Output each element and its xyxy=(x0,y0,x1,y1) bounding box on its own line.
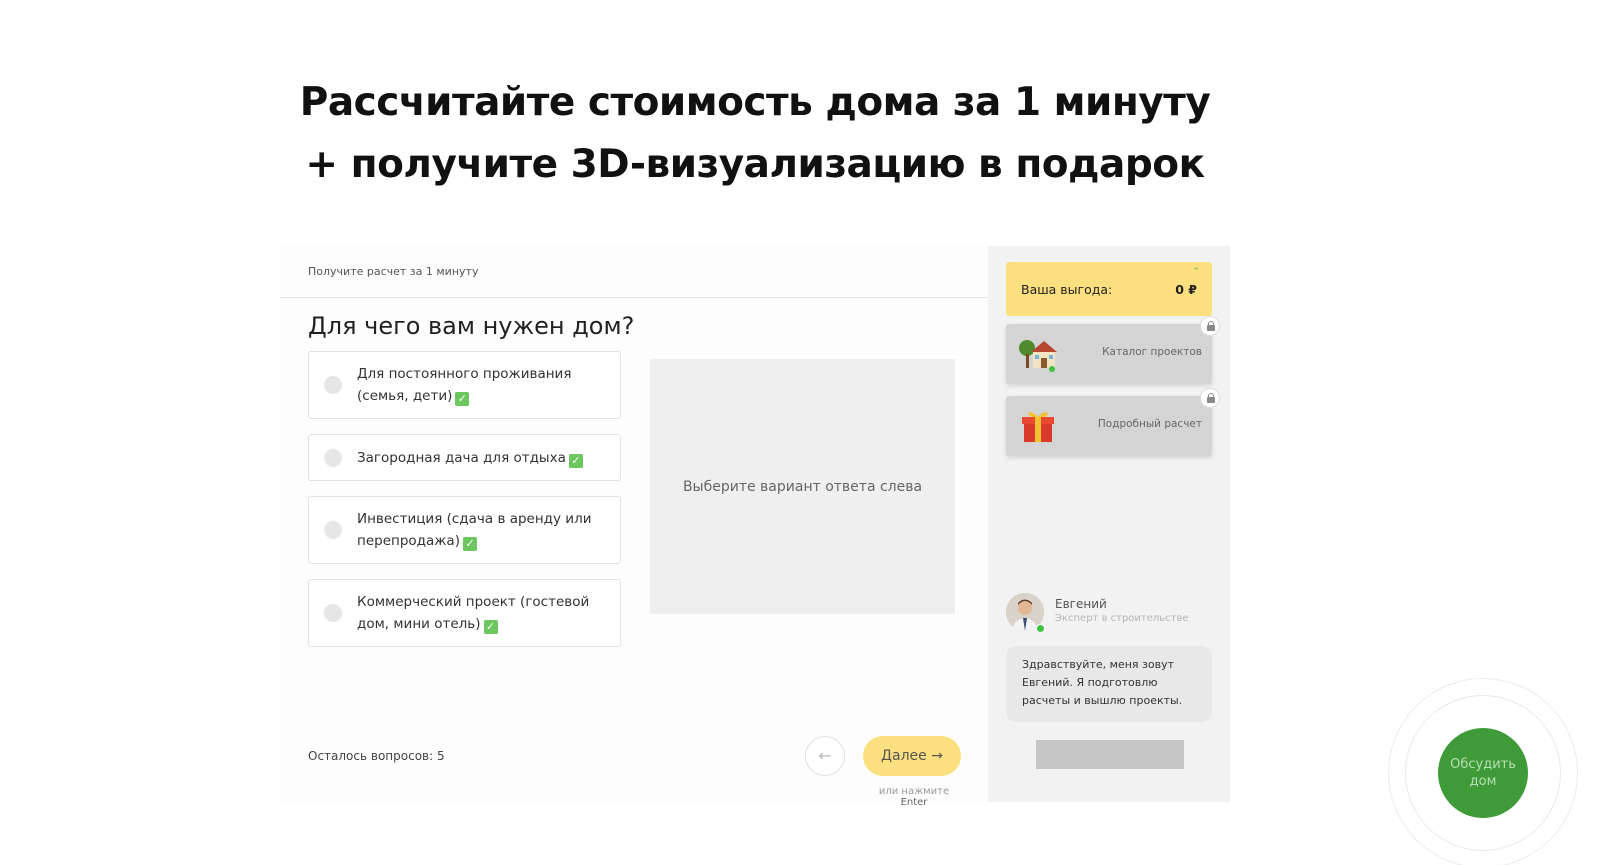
lock-icon xyxy=(1200,388,1220,408)
preview-placeholder: Выберите вариант ответа слева xyxy=(682,478,923,495)
option-label: Загородная дача для отдыха ✓ xyxy=(357,447,604,469)
sidebar-action-button[interactable] xyxy=(1036,740,1184,769)
option-label: Коммерческий проект (гостевой дом, мини … xyxy=(357,594,590,634)
check-mark-icon: ✓ xyxy=(455,392,470,406)
headline-line-2: + получите 3D-визуализацию в подарок xyxy=(305,142,1205,187)
quiz-panel: Получите расчет за 1 минуту Для чего вам… xyxy=(280,246,1230,808)
benefit-value: 0 ₽ xyxy=(1175,282,1197,297)
option-label: Инвестиция (сдача в аренду или перепрода… xyxy=(357,511,592,551)
lock-icon xyxy=(1200,316,1220,336)
bonus-catalog[interactable]: Каталог проектов xyxy=(1006,316,1220,384)
bonus-label: Каталог проектов xyxy=(1102,346,1202,358)
page-headline: Рассчитайте стоимость дома за 1 минуту +… xyxy=(0,72,1510,196)
bonus-sidebar: Ваша выгода: 0 ₽ ⌃ Каталог проектов Подр… xyxy=(988,246,1230,802)
benefit-label: Ваша выгода: xyxy=(1021,282,1113,297)
radio-button[interactable] xyxy=(324,521,342,539)
benefit-box[interactable]: Ваша выгода: 0 ₽ ⌃ xyxy=(1006,262,1212,316)
option-country-dacha[interactable]: Загородная дача для отдыха ✓ xyxy=(308,434,621,481)
radio-button[interactable] xyxy=(324,604,342,622)
arrow-right-icon: → xyxy=(931,748,943,764)
expert-message: Здравствуйте, меня зовут Евгений. Я подг… xyxy=(1006,646,1212,722)
option-permanent-living[interactable]: Для постоянного проживания (семья, дети)… xyxy=(308,351,621,419)
quiz-subtitle: Получите расчет за 1 минуту xyxy=(308,265,479,278)
house-icon xyxy=(1019,340,1057,372)
discuss-house-button[interactable]: Обсудить дом xyxy=(1438,728,1528,818)
up-arrows-icon: ⌃ xyxy=(1192,267,1200,277)
bonus-label: Подробный расчет xyxy=(1097,418,1202,430)
answer-preview: Выберите вариант ответа слева xyxy=(650,359,955,614)
check-mark-icon: ✓ xyxy=(483,620,498,634)
expert-name: Евгений xyxy=(1055,597,1107,611)
online-status-dot xyxy=(1036,624,1045,633)
radio-button[interactable] xyxy=(324,448,342,467)
enter-hint: или нажмите Enter xyxy=(878,786,950,808)
arrow-left-icon: ← xyxy=(818,746,832,765)
option-commercial[interactable]: Коммерческий проект (гостевой дом, мини … xyxy=(308,579,621,647)
check-mark-icon: ✓ xyxy=(568,453,583,468)
bonus-detailed-calc[interactable]: Подробный расчет xyxy=(1006,388,1220,456)
next-button[interactable]: Далее → xyxy=(863,736,961,776)
quiz-header: Получите расчет за 1 минуту xyxy=(280,246,988,298)
question-title: Для чего вам нужен дом? xyxy=(308,312,635,340)
check-mark-icon: ✓ xyxy=(462,537,477,551)
gift-icon xyxy=(1022,412,1054,442)
headline-line-1: Рассчитайте стоимость дома за 1 минуту xyxy=(299,80,1211,125)
radio-button[interactable] xyxy=(324,376,342,394)
discuss-button-label: Обсудить дом xyxy=(1450,757,1516,789)
option-label: Для постоянного проживания (семья, дети)… xyxy=(357,366,572,406)
back-button[interactable]: ← xyxy=(805,736,845,776)
questions-remaining: Осталось вопросов: 5 xyxy=(308,749,445,763)
expert-role: Эксперт в строительстве xyxy=(1055,613,1189,624)
next-button-label: Далее xyxy=(881,748,927,764)
option-investment[interactable]: Инвестиция (сдача в аренду или перепрода… xyxy=(308,496,621,564)
